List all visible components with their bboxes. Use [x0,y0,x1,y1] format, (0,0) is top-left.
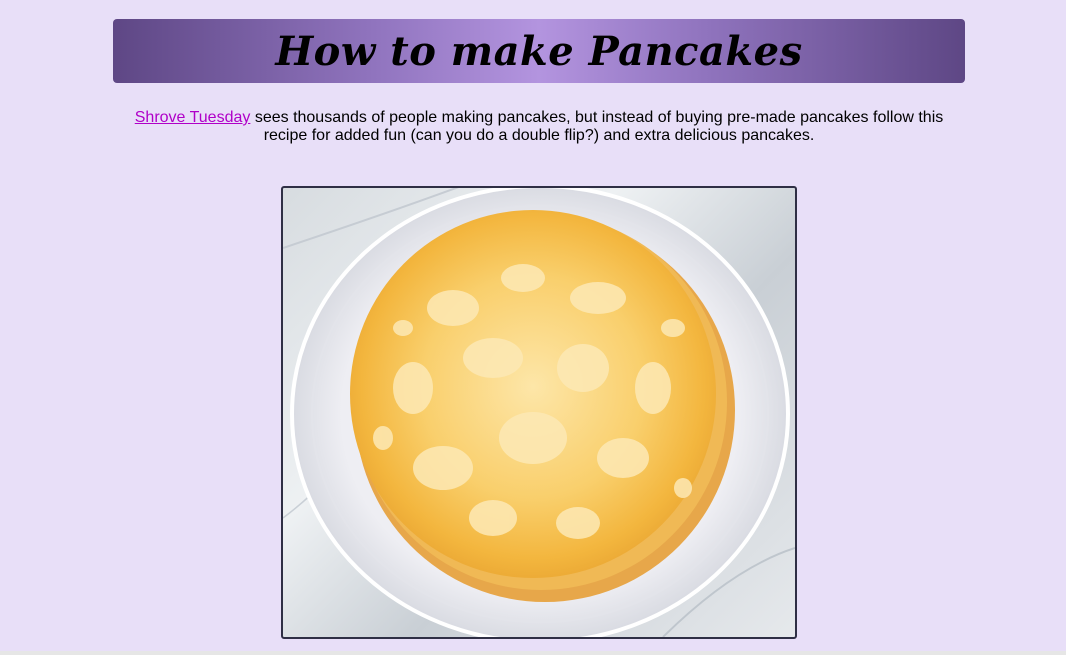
intro-body-text: sees thousands of people making pancakes… [250,109,944,144]
pancake-photo [281,186,797,639]
pancake-illustration [283,188,795,637]
page-title: How to make Pancakes [275,27,803,75]
title-banner: How to make Pancakes [113,19,965,83]
intro-paragraph: Shrove Tuesday sees thousands of people … [128,109,950,145]
bottom-divider [0,651,1066,655]
shrove-tuesday-link[interactable]: Shrove Tuesday [135,109,251,126]
